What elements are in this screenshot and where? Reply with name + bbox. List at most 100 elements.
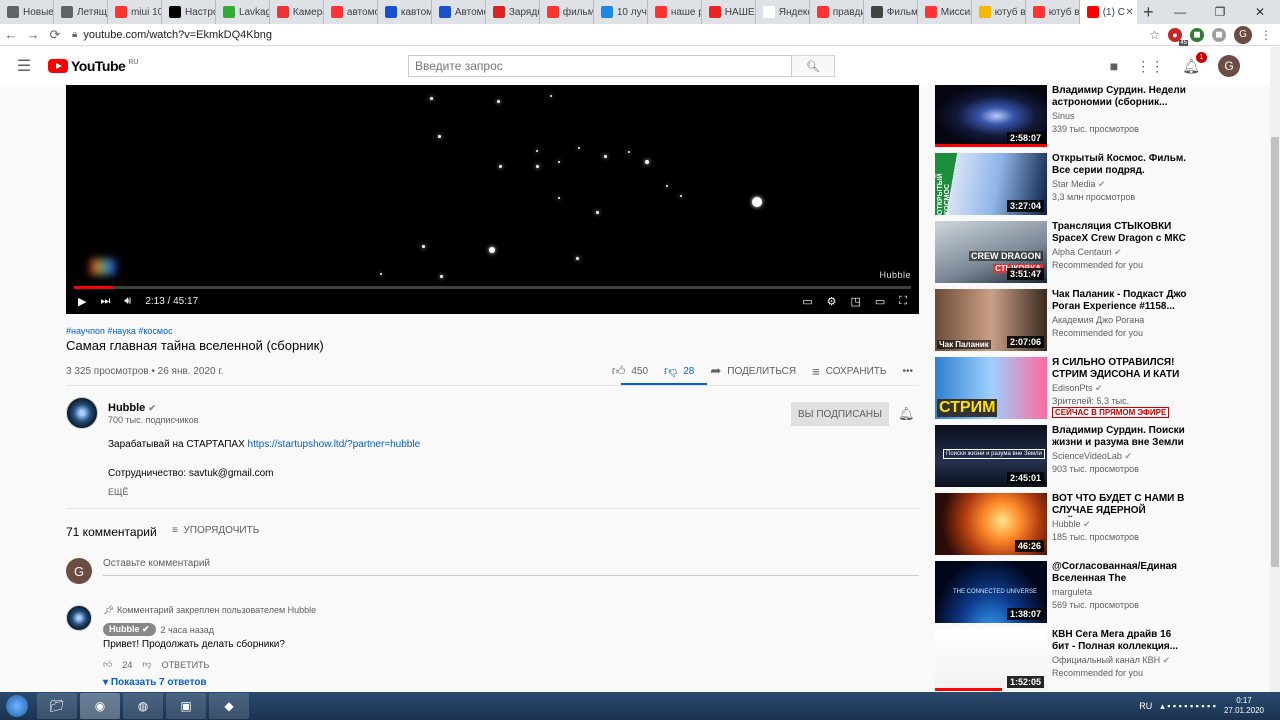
- related-video-item[interactable]: THE CONNECTED UNIVERSE 1:38:07 @Согласован…: [935, 561, 1265, 623]
- language-indicator[interactable]: RU: [1139, 701, 1152, 711]
- create-video-icon[interactable]: ■: [1110, 58, 1118, 74]
- comment-time[interactable]: 2 часа назад: [161, 625, 214, 635]
- browser-tab[interactable]: Новые: [0, 0, 54, 24]
- subscribed-button[interactable]: ВЫ ПОДПИСАНЫ: [791, 402, 889, 426]
- related-video-title[interactable]: Трансляция СТЫКОВКИ SpaceX Crew Dragon с…: [1052, 221, 1187, 245]
- back-icon[interactable]: ←: [0, 27, 22, 42]
- browser-tab[interactable]: ютуб в: [1026, 0, 1080, 24]
- browser-tab[interactable]: 10 лучш: [594, 0, 648, 24]
- related-video-item[interactable]: ОТКРЫТЫЙ КОСМОС 3:27:04 Открытый Космос. Ф…: [935, 153, 1265, 215]
- browser-tab[interactable]: ютуб в: [972, 0, 1026, 24]
- video-thumbnail[interactable]: THE CONNECTED UNIVERSE 1:38:07: [935, 561, 1047, 623]
- url-field[interactable]: 🔒︎ youtube.com/watch?v=EkmkDQ4Kbng: [66, 25, 1149, 45]
- video-thumbnail[interactable]: Поиски жизни и разума вне Земли 2:45:01: [935, 425, 1047, 487]
- related-video-channel[interactable]: Alpha Centauri ✔: [1052, 247, 1202, 258]
- browser-tab[interactable]: фильм: [540, 0, 594, 24]
- explorer-taskbar-icon[interactable]: 📁︎: [37, 693, 77, 719]
- minimize-icon[interactable]: —: [1160, 0, 1200, 24]
- subtitles-icon[interactable]: ▭: [802, 295, 812, 308]
- fullscreen-icon[interactable]: ⛶: [899, 295, 907, 308]
- share-button[interactable]: ➦ ПОДЕЛИТЬСЯ: [710, 363, 796, 379]
- comment-input[interactable]: Оставьте комментарий: [103, 558, 919, 576]
- video-thumbnail[interactable]: 2:58:07: [935, 85, 1047, 147]
- apps-grid-icon[interactable]: ⋮⋮: [1136, 58, 1164, 75]
- lock-icon[interactable]: 🔒︎: [72, 29, 77, 40]
- related-video-title[interactable]: Владимир Сурдин. Поиски жизни и разума в…: [1052, 425, 1187, 449]
- notifications-bell-icon[interactable]: 🔔︎ 1: [1182, 51, 1207, 75]
- chrome-taskbar-icon[interactable]: ◉: [80, 693, 120, 719]
- video-player[interactable]: Hubble ▶ ⏭ 🔊︎ 2:13 / 45:17 ▭ ⚙ ◳ ▭ ⛶: [66, 85, 919, 314]
- video-thumbnail[interactable]: 46:26: [935, 493, 1047, 555]
- comment-like-icon[interactable]: 👍︎: [103, 659, 112, 670]
- account-avatar[interactable]: G: [1218, 55, 1240, 77]
- app-taskbar-icon[interactable]: ◍: [123, 693, 163, 719]
- page-scrollbar[interactable]: [1270, 47, 1280, 692]
- browser-tab[interactable]: Lavkag: [216, 0, 270, 24]
- guide-menu-icon[interactable]: ☰: [0, 56, 48, 76]
- volume-icon[interactable]: 🔊︎: [124, 295, 131, 308]
- settings-gear-icon[interactable]: ⚙: [827, 295, 837, 308]
- related-video-title[interactable]: ВОТ ЧТО БУДЕТ С НАМИ В СЛУЧАЕ ЯДЕРНОЙ ВО…: [1052, 493, 1187, 517]
- related-video-channel[interactable]: marguleta: [1052, 587, 1202, 597]
- video-thumbnail[interactable]: CREW DRAGONСТЫКОВКА3:51:47: [935, 221, 1047, 283]
- related-video-channel[interactable]: Sinus: [1052, 111, 1202, 121]
- reply-button[interactable]: ОТВЕТИТЬ: [162, 660, 210, 670]
- related-video-item[interactable]: 1:52:05 КВН Сега Мега драйв 16 бит - Полн…: [935, 629, 1265, 691]
- browser-tab[interactable]: Летящ: [54, 0, 108, 24]
- comment-author-chip[interactable]: Hubble ✔: [103, 623, 156, 636]
- video-thumbnail[interactable]: Чак Паланик 2:07:06: [935, 289, 1047, 351]
- related-video-item[interactable]: Поиски жизни и разума вне Земли 2:45:01 Вл…: [935, 425, 1265, 487]
- layers-taskbar-icon[interactable]: ◆: [209, 693, 249, 719]
- clock[interactable]: 0:17 27.01.2020: [1224, 696, 1264, 716]
- related-video-title[interactable]: Открытый Космос. Фильм. Все серии подряд…: [1052, 153, 1187, 177]
- browser-tab[interactable]: Зарядн: [486, 0, 540, 24]
- browser-tab[interactable]: (1) С ✕: [1079, 0, 1137, 24]
- browser-profile-avatar[interactable]: G: [1234, 25, 1252, 44]
- browser-tab[interactable]: автомо: [324, 0, 378, 24]
- miniplayer-icon[interactable]: ◳: [850, 295, 860, 308]
- forward-icon[interactable]: →: [22, 27, 44, 42]
- search-button[interactable]: 🔍︎: [792, 55, 835, 77]
- browser-tab[interactable]: кавтом: [378, 0, 432, 24]
- next-icon[interactable]: ⏭: [100, 295, 110, 308]
- related-video-title[interactable]: Я СИЛЬНО ОТРАВИЛСЯ! СТРИМ ЭДИСОНА И КАТИ: [1052, 357, 1187, 381]
- comment-dislike-icon[interactable]: 👎︎: [142, 659, 151, 670]
- save-button[interactable]: ≡ СОХРАНИТЬ: [812, 364, 886, 379]
- extension-icon[interactable]: ◼: [1190, 27, 1204, 42]
- adblock-icon[interactable]: ● 45: [1168, 27, 1188, 46]
- related-video-channel[interactable]: Star Media ✔: [1052, 179, 1202, 190]
- browser-menu-icon[interactable]: ⋮: [1260, 28, 1272, 42]
- theater-mode-icon[interactable]: ▭: [875, 295, 885, 308]
- extension-icon-2[interactable]: ◼: [1212, 27, 1226, 42]
- related-video-title[interactable]: @Согласованная/Единая Вселенная The Conn…: [1052, 561, 1187, 585]
- search-input[interactable]: [408, 55, 792, 77]
- tray-icons[interactable]: ▴ ▪ ▪ ▪ ▪ ▪ ▪ ▪ ▪ ▪: [1160, 701, 1216, 712]
- comment-author-avatar[interactable]: [66, 605, 92, 631]
- youtube-logo[interactable]: YouTube RU: [48, 58, 138, 74]
- video-thumbnail[interactable]: 1:52:05: [935, 629, 1047, 691]
- description-link[interactable]: https://startupshow.ltd/?partner=hubble: [248, 439, 421, 450]
- related-video-item[interactable]: СТРИМ Я СИЛЬНО ОТРАВИЛСЯ! СТРИМ ЭДИСОНА И…: [935, 357, 1265, 419]
- close-window-icon[interactable]: ✕: [1240, 0, 1280, 24]
- channel-avatar[interactable]: [66, 397, 98, 429]
- scrollbar-thumb[interactable]: [1271, 137, 1279, 567]
- play-icon[interactable]: ▶: [78, 295, 86, 308]
- channel-name[interactable]: Hubble ✔: [108, 402, 208, 414]
- browser-tab[interactable]: правди: [810, 0, 864, 24]
- related-video-item[interactable]: CREW DRAGONСТЫКОВКА3:51:47Трансляция СТЫ…: [935, 221, 1265, 283]
- dislike-button[interactable]: 👎︎ 28: [664, 363, 694, 379]
- close-tab-icon[interactable]: ✕: [1125, 7, 1133, 18]
- related-video-channel[interactable]: Академия Джо Рогана: [1052, 315, 1202, 325]
- terminal-taskbar-icon[interactable]: ▣: [166, 693, 206, 719]
- start-button[interactable]: [0, 692, 34, 720]
- maximize-icon[interactable]: ❐: [1200, 0, 1240, 24]
- show-replies-button[interactable]: ▾ Показать 7 ответов: [103, 677, 207, 688]
- video-thumbnail[interactable]: ОТКРЫТЫЙ КОСМОС 3:27:04: [935, 153, 1047, 215]
- video-thumbnail[interactable]: СТРИМ: [935, 357, 1047, 419]
- related-video-item[interactable]: 2:58:07 Владимир Сурдин. Недели астрономи…: [935, 85, 1265, 147]
- like-button[interactable]: 👍︎ 450: [612, 363, 648, 379]
- browser-tab[interactable]: Миссия: [918, 0, 972, 24]
- sort-comments-button[interactable]: ≡ УПОРЯДОЧИТЬ: [172, 525, 259, 536]
- browser-tab[interactable]: Камера: [270, 0, 324, 24]
- video-hashtags[interactable]: #научпоп #наука #космос: [66, 326, 173, 336]
